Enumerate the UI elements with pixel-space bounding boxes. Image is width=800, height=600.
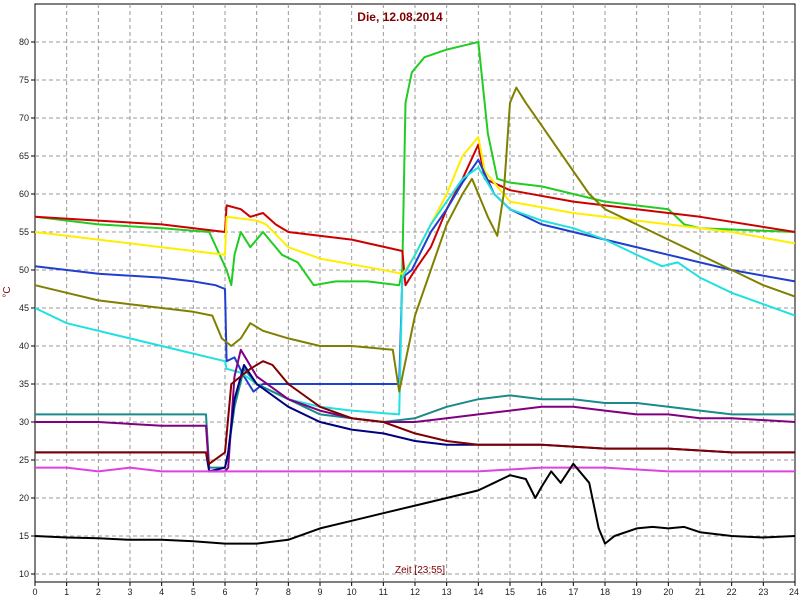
x-tick-label: 6 xyxy=(222,587,227,597)
x-tick-label: 9 xyxy=(317,587,322,597)
x-tick-label: 21 xyxy=(695,587,705,597)
y-tick-label: 50 xyxy=(19,265,29,275)
x-tick-label: 16 xyxy=(537,587,547,597)
y-tick-label: 55 xyxy=(19,227,29,237)
x-tick-label: 14 xyxy=(473,587,483,597)
y-tick-label: 65 xyxy=(19,151,29,161)
x-axis-label: Zeit [23:55] xyxy=(395,565,445,576)
temperature-line-chart: 0 1 2 3 4 5 6 7 8 9 10 11 12 13 14 15 16 17 18 19 20 21 22 23 24… xyxy=(2,3,799,597)
x-tick-label: 1 xyxy=(64,587,69,597)
chart-title: Die, 12.08.2014 xyxy=(357,10,443,24)
x-tick-label: 3 xyxy=(127,587,132,597)
x-tick-label: 8 xyxy=(286,587,291,597)
chart-container: 0 1 2 3 4 5 6 7 8 9 10 11 12 13 14 15 16 17 18 19 20 21 22 23 24… xyxy=(0,0,800,600)
x-tick-label: 15 xyxy=(505,587,515,597)
x-tick-label: 13 xyxy=(442,587,452,597)
y-tick-label: 20 xyxy=(19,493,29,503)
y-tick-label: 75 xyxy=(19,75,29,85)
y-tick-label: 70 xyxy=(19,113,29,123)
x-tick-label: 18 xyxy=(600,587,610,597)
x-tick-label: 2 xyxy=(96,587,101,597)
y-tick-label: 30 xyxy=(19,417,29,427)
y-tick-label: 10 xyxy=(19,569,29,579)
x-tick-label: 19 xyxy=(632,587,642,597)
x-tick-label: 17 xyxy=(568,587,578,597)
y-tick-label: 45 xyxy=(19,303,29,313)
y-tick-label: 25 xyxy=(19,455,29,465)
y-axis-label: °C xyxy=(2,286,13,297)
x-tick-label: 10 xyxy=(347,587,357,597)
x-tick-label: 7 xyxy=(254,587,259,597)
x-tick-label: 23 xyxy=(758,587,768,597)
y-tick-label: 60 xyxy=(19,189,29,199)
x-tick-label: 0 xyxy=(32,587,37,597)
x-tick-label: 5 xyxy=(191,587,196,597)
x-tick-label: 11 xyxy=(379,587,388,597)
x-tick-label: 4 xyxy=(159,587,164,597)
y-tick-label: 15 xyxy=(19,531,29,541)
y-tick-label: 80 xyxy=(19,37,29,47)
x-tick-label: 22 xyxy=(727,587,737,597)
x-tick-label: 12 xyxy=(410,587,420,597)
y-tick-label: 40 xyxy=(19,341,29,351)
x-tick-label: 20 xyxy=(663,587,673,597)
x-tick-label: 24 xyxy=(789,587,799,597)
y-tick-label: 35 xyxy=(19,379,29,389)
